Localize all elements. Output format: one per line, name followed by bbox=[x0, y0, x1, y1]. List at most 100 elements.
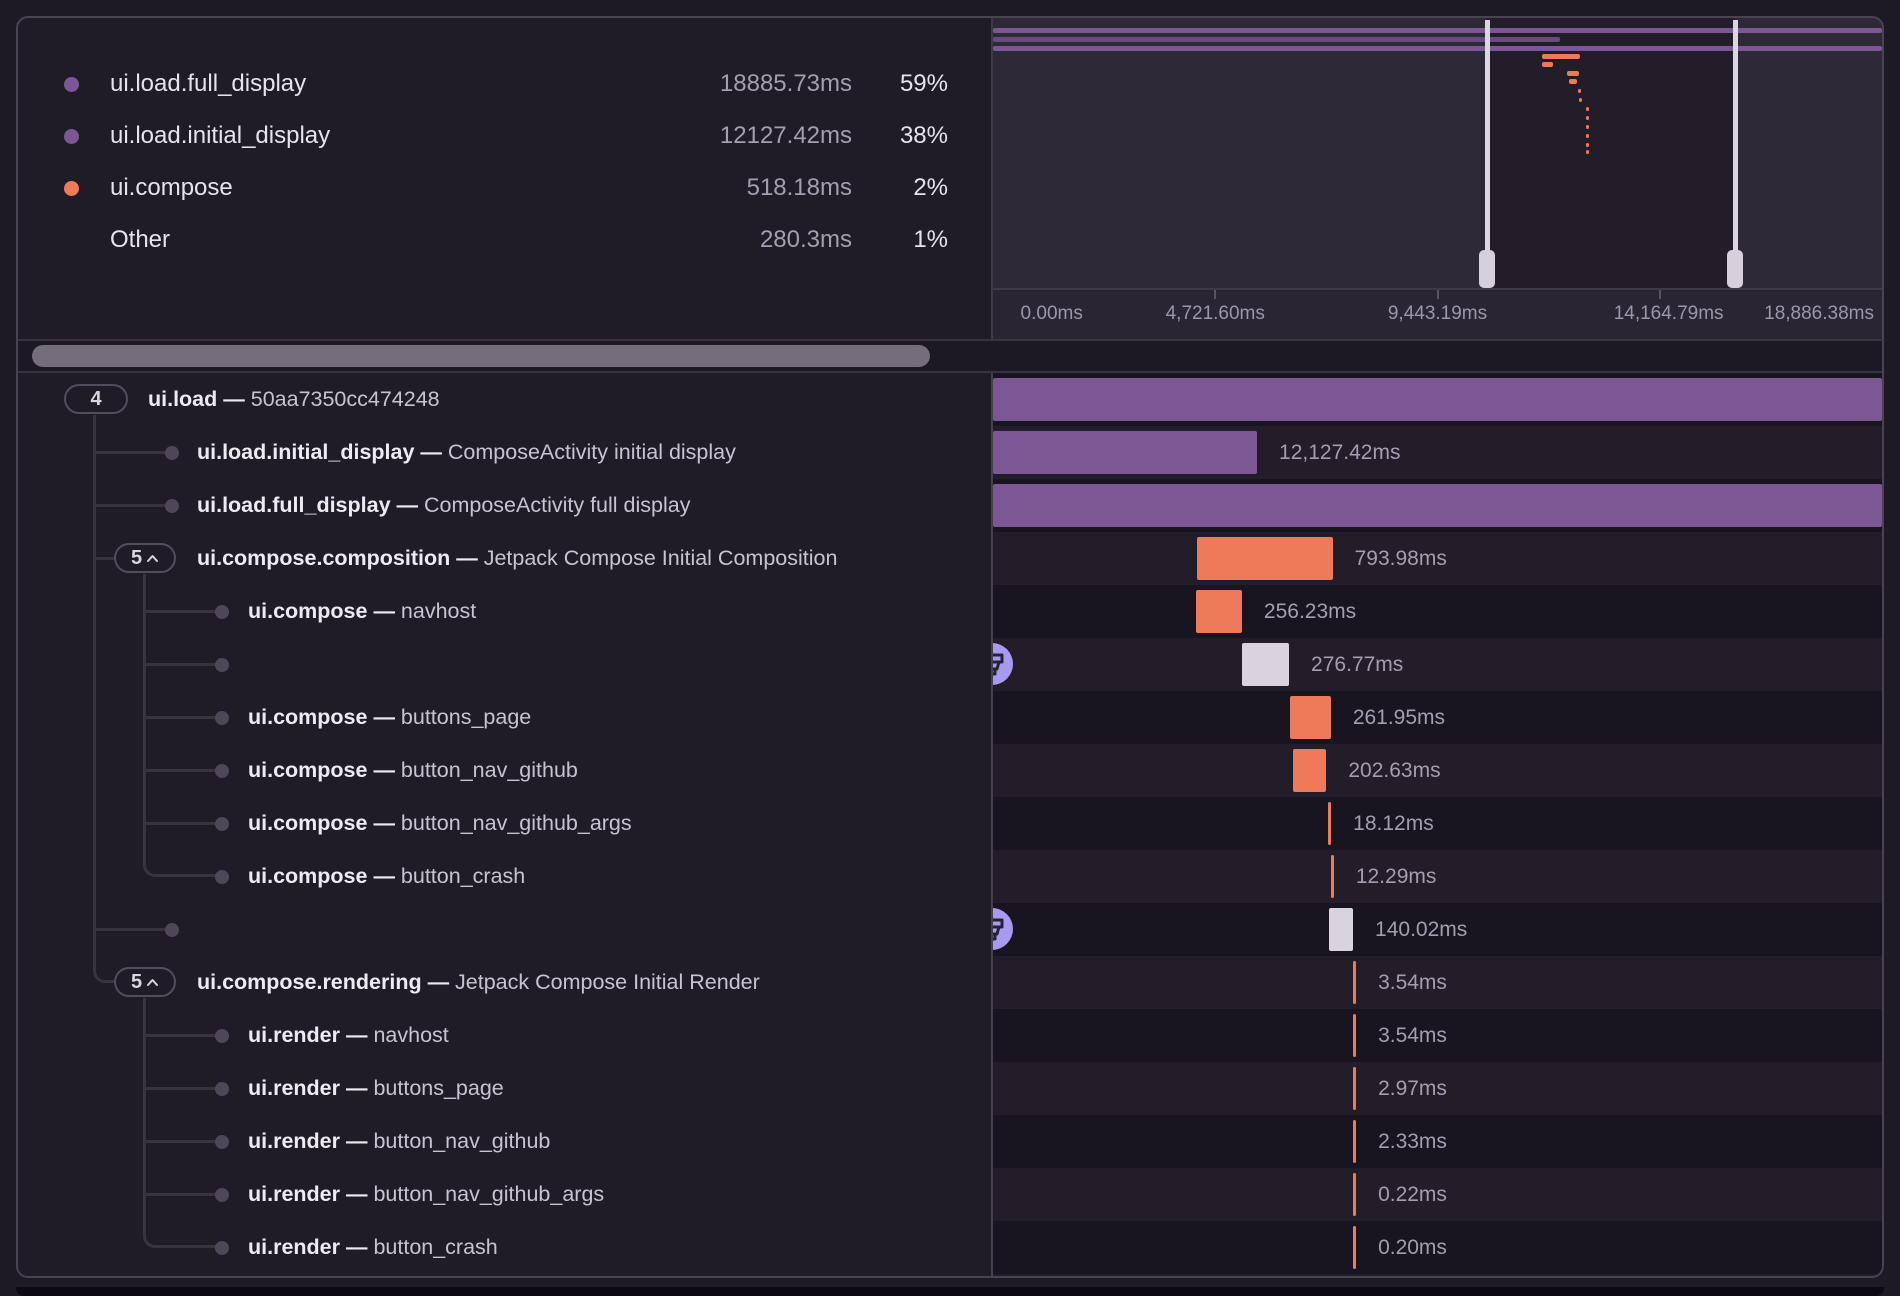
span-duration-bar[interactable] bbox=[1290, 696, 1331, 739]
span-tree-row[interactable] bbox=[18, 903, 991, 956]
span-operation: ui.load.full_display — bbox=[197, 493, 424, 517]
minimap-canvas[interactable] bbox=[993, 18, 1882, 288]
span-chart-row[interactable]: 261.95ms bbox=[993, 691, 1882, 744]
span-description: button_crash bbox=[401, 864, 525, 888]
span-description: navhost bbox=[373, 1023, 448, 1047]
span-title: ui.compose.composition — Jetpack Compose… bbox=[197, 532, 837, 587]
span-duration-label: 202.63ms bbox=[1348, 744, 1440, 797]
span-chart-row[interactable]: 2.97ms bbox=[993, 1062, 1882, 1115]
tree-node-dot bbox=[165, 446, 179, 460]
span-tree-row[interactable] bbox=[18, 638, 991, 691]
span-duration-bar[interactable] bbox=[993, 378, 1882, 421]
span-description: ComposeActivity initial display bbox=[448, 440, 736, 464]
span-title: ui.render — button_nav_github_args bbox=[248, 1168, 604, 1223]
span-tree-row[interactable]: ui.render — navhost bbox=[18, 1009, 991, 1062]
span-count-badge[interactable]: 4 bbox=[64, 384, 128, 414]
span-tree-row[interactable]: 5ui.compose.rendering — Jetpack Compose … bbox=[18, 956, 991, 1009]
span-tree-row[interactable]: ui.load.full_display — ComposeActivity f… bbox=[18, 479, 991, 532]
span-duration-bar[interactable] bbox=[1331, 855, 1334, 898]
span-tree-row[interactable]: ui.compose — buttons_page bbox=[18, 691, 991, 744]
span-chart-row[interactable] bbox=[993, 373, 1882, 426]
span-description: button_nav_github bbox=[373, 1129, 550, 1153]
horizontal-scrollbar-track[interactable] bbox=[18, 339, 1882, 373]
span-tree-row[interactable]: ui.compose — navhost bbox=[18, 585, 991, 638]
horizontal-scrollbar-thumb[interactable] bbox=[32, 345, 930, 367]
span-description: button_nav_github bbox=[401, 758, 578, 782]
span-chart-row[interactable]: 276.77ms bbox=[993, 638, 1882, 691]
span-duration-bar[interactable] bbox=[1293, 749, 1326, 792]
span-chart-row[interactable]: 256.23ms bbox=[993, 585, 1882, 638]
span-duration-bar[interactable] bbox=[1197, 537, 1332, 580]
tree-node-dot bbox=[215, 1029, 229, 1043]
span-chart-row[interactable]: 2.33ms bbox=[993, 1115, 1882, 1168]
span-chart-row[interactable]: 12.29ms bbox=[993, 850, 1882, 903]
span-tree-row[interactable]: 4ui.load — 50aa7350cc474248 bbox=[18, 373, 991, 426]
span-chart-row[interactable]: 202.63ms bbox=[993, 744, 1882, 797]
span-tree-row[interactable]: ui.compose — button_nav_github bbox=[18, 744, 991, 797]
span-tree-row[interactable]: ui.render — button_crash bbox=[18, 1221, 991, 1274]
minimap-brush-handle[interactable] bbox=[1733, 20, 1738, 252]
span-duration-bar[interactable] bbox=[993, 431, 1257, 474]
span-group-badge-collapse[interactable]: 5 bbox=[114, 543, 176, 573]
minimap-brush-handle-grip[interactable] bbox=[1727, 250, 1743, 288]
span-tree-row[interactable]: ui.compose — button_crash bbox=[18, 850, 991, 903]
span-chart-row[interactable]: 0.22ms bbox=[993, 1168, 1882, 1221]
span-duration-bar[interactable] bbox=[1196, 590, 1242, 633]
span-title: ui.render — buttons_page bbox=[248, 1062, 504, 1117]
span-duration-label: 276.77ms bbox=[1311, 638, 1403, 691]
span-duration-bar[interactable] bbox=[1329, 908, 1353, 951]
span-duration-bar[interactable] bbox=[1353, 1014, 1356, 1057]
span-title: ui.load.full_display — ComposeActivity f… bbox=[197, 479, 690, 534]
legend-item-percent: 2% bbox=[848, 174, 948, 202]
span-chart-row[interactable]: 18.12ms bbox=[993, 797, 1882, 850]
span-chart-row[interactable] bbox=[993, 479, 1882, 532]
span-duration-bar[interactable] bbox=[1242, 643, 1289, 686]
minimap-span-mark bbox=[1569, 79, 1577, 84]
minimap-span-mark bbox=[1578, 89, 1581, 93]
span-duration-bar[interactable] bbox=[1353, 1067, 1356, 1110]
span-chart-row[interactable]: 140.02ms bbox=[993, 903, 1882, 956]
span-title: ui.compose — button_crash bbox=[248, 850, 525, 905]
minimap-selection-window[interactable] bbox=[1487, 18, 1735, 288]
span-duration-bar[interactable] bbox=[1353, 1226, 1356, 1269]
axis-tick-label: 9,443.19ms bbox=[1388, 303, 1487, 325]
legend-item-percent: 38% bbox=[848, 122, 948, 150]
span-tree-row[interactable]: ui.render — buttons_page bbox=[18, 1062, 991, 1115]
axis-tick bbox=[1659, 290, 1661, 299]
span-duration-label: 0.22ms bbox=[1378, 1168, 1447, 1221]
span-description: buttons_page bbox=[373, 1076, 503, 1100]
span-duration-bar[interactable] bbox=[1328, 802, 1331, 845]
span-duration-bar[interactable] bbox=[1353, 961, 1356, 1004]
span-tree: 4ui.load — 50aa7350cc474248ui.load.initi… bbox=[18, 373, 991, 1276]
tree-node-dot bbox=[165, 923, 179, 937]
span-tree-row[interactable]: 5 ui.compose.composition — Jetpack Compos… bbox=[18, 532, 991, 585]
span-chart-row[interactable]: 3.54ms bbox=[993, 1009, 1882, 1062]
span-chart-row[interactable]: 793.98ms bbox=[993, 532, 1882, 585]
span-operation: ui.render — bbox=[248, 1182, 373, 1206]
minimap-span-bar bbox=[993, 37, 1560, 42]
span-duration-bar[interactable] bbox=[993, 484, 1882, 527]
span-operation: ui.compose — bbox=[248, 811, 401, 835]
span-chart-row[interactable]: 3.54ms bbox=[993, 956, 1882, 1009]
span-duration-bar[interactable] bbox=[1353, 1120, 1356, 1163]
tree-node-dot bbox=[215, 764, 229, 778]
span-tree-row[interactable]: ui.compose — button_nav_github_args bbox=[18, 797, 991, 850]
bottom-drawer-edge bbox=[16, 1287, 1884, 1296]
axis-tick-label: 18,886.38ms bbox=[1764, 303, 1874, 325]
span-duration-label: 793.98ms bbox=[1355, 532, 1447, 585]
span-operation: ui.render — bbox=[248, 1076, 373, 1100]
span-tree-row[interactable]: ui.load.initial_display — ComposeActivit… bbox=[18, 426, 991, 479]
span-tree-row[interactable]: ui.render — button_nav_github_args bbox=[18, 1168, 991, 1221]
span-chart-row[interactable]: 12,127.42ms bbox=[993, 426, 1882, 479]
minimap-brush-handle[interactable] bbox=[1485, 20, 1490, 252]
span-duration-bar[interactable] bbox=[1353, 1173, 1356, 1216]
span-group-badge-collapse[interactable]: 5 bbox=[114, 967, 176, 997]
span-tree-row[interactable]: ui.render — button_nav_github bbox=[18, 1115, 991, 1168]
badge-count: 5 bbox=[131, 547, 142, 570]
span-duration-label: 12.29ms bbox=[1356, 850, 1437, 903]
chevron-up-icon bbox=[146, 554, 159, 563]
span-duration-label: 18.12ms bbox=[1353, 797, 1434, 850]
trace-minimap[interactable]: 0.00ms4,721.60ms9,443.19ms14,164.79ms18,… bbox=[991, 18, 1882, 339]
span-chart-row[interactable]: 0.20ms bbox=[993, 1221, 1882, 1274]
minimap-brush-handle-grip[interactable] bbox=[1479, 250, 1495, 288]
